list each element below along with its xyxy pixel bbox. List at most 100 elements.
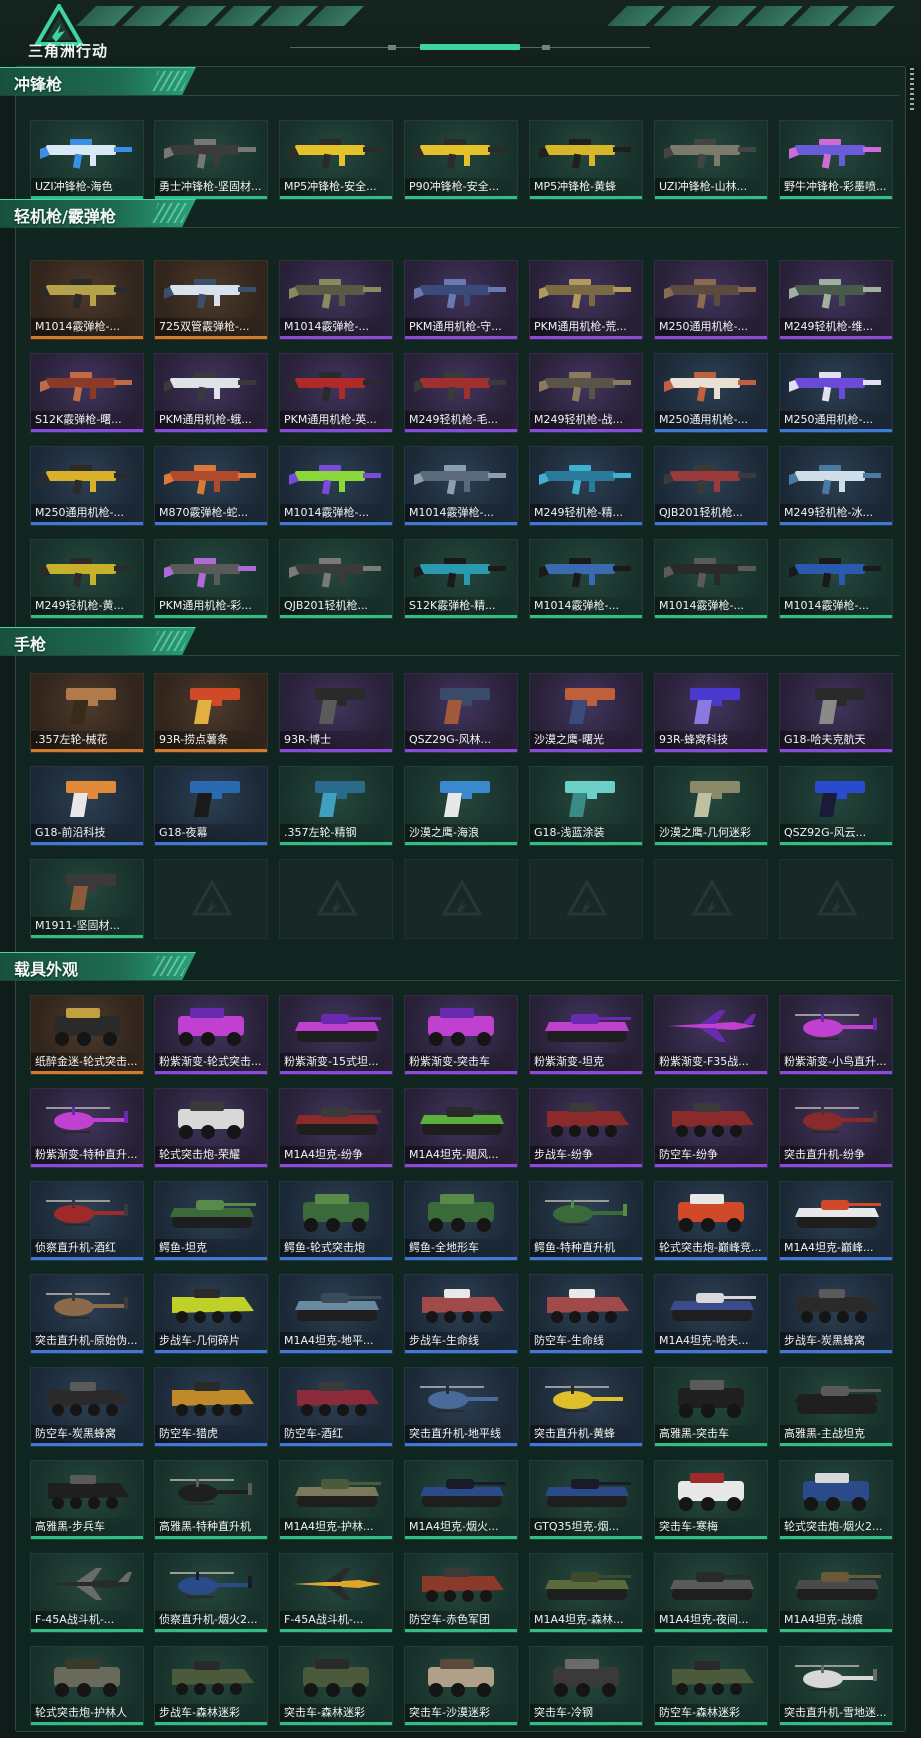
item-card[interactable]: 鳄鱼-坦克: [154, 1181, 268, 1261]
item-card[interactable]: M249轻机枪-黄...: [30, 539, 144, 619]
item-card[interactable]: M1A4坦克-地平...: [279, 1274, 393, 1354]
item-card[interactable]: UZI冲锋枪-山林...: [654, 120, 768, 200]
item-card[interactable]: M1014霰弹枪-...: [279, 260, 393, 340]
item-card[interactable]: 步战车-生命线: [404, 1274, 518, 1354]
item-card[interactable]: F-45A战斗机-...: [279, 1553, 393, 1633]
item-card[interactable]: 93R-博士: [279, 673, 393, 753]
item-card[interactable]: M1A4坦克-护林...: [279, 1460, 393, 1540]
item-card[interactable]: M249轻机枪-冰...: [779, 446, 893, 526]
item-card[interactable]: F-45A战斗机-...: [30, 1553, 144, 1633]
item-card[interactable]: M250通用机枪-...: [654, 260, 768, 340]
item-card[interactable]: 步战车-纷争: [529, 1088, 643, 1168]
item-card[interactable]: 突击车-沙漠迷彩: [404, 1646, 518, 1726]
item-card[interactable]: G18-前沿科技: [30, 766, 144, 846]
item-card[interactable]: 鳄鱼-特种直升机: [529, 1181, 643, 1261]
item-card[interactable]: 防空车-酒红: [279, 1367, 393, 1447]
item-card[interactable]: M249轻机枪-毛...: [404, 353, 518, 433]
item-card[interactable]: M250通用机枪-...: [779, 353, 893, 433]
item-card[interactable]: 粉紫渐变-F35战...: [654, 995, 768, 1075]
item-card[interactable]: 防空车-纷争: [654, 1088, 768, 1168]
item-card[interactable]: M1A4坦克-战痕: [779, 1553, 893, 1633]
item-card[interactable]: MP5冲锋枪-黄蜂: [529, 120, 643, 200]
item-card[interactable]: PKM通用机枪-彩...: [154, 539, 268, 619]
item-card[interactable]: M1A4坦克-哈夫...: [654, 1274, 768, 1354]
item-card[interactable]: 粉紫渐变-坦克: [529, 995, 643, 1075]
item-card[interactable]: .357左轮-械花: [30, 673, 144, 753]
item-card[interactable]: PKM通用机枪-蛾...: [154, 353, 268, 433]
item-card[interactable]: 防空车-森林迷彩: [654, 1646, 768, 1726]
item-card[interactable]: 粉紫渐变-15式坦...: [279, 995, 393, 1075]
item-card[interactable]: M249轻机枪-精...: [529, 446, 643, 526]
item-card[interactable]: 轮式突击炮-巅峰竞...: [654, 1181, 768, 1261]
item-card[interactable]: 突击直升机-黄蜂: [529, 1367, 643, 1447]
item-card[interactable]: 步战车-几何碎片: [154, 1274, 268, 1354]
item-card[interactable]: 高雅黑-突击车: [654, 1367, 768, 1447]
item-card[interactable]: S12K霰弹枪-精...: [404, 539, 518, 619]
item-card[interactable]: M249轻机枪-维...: [779, 260, 893, 340]
item-card[interactable]: M1014霰弹枪-...: [529, 539, 643, 619]
item-card[interactable]: 725双管霰弹枪-...: [154, 260, 268, 340]
item-card[interactable]: M1014霰弹枪-...: [30, 260, 144, 340]
item-card[interactable]: 纸醉金迷-轮式突击...: [30, 995, 144, 1075]
item-card[interactable]: M1911-坚固材...: [30, 859, 144, 939]
item-card[interactable]: M870霰弹枪-蛇...: [154, 446, 268, 526]
item-card[interactable]: 突击车-森林迷彩: [279, 1646, 393, 1726]
item-card[interactable]: M1014霰弹枪-...: [779, 539, 893, 619]
item-card[interactable]: M249轻机枪-战...: [529, 353, 643, 433]
item-card[interactable]: 防空车-猎虎: [154, 1367, 268, 1447]
item-card[interactable]: 轮式突击炮-荣耀: [154, 1088, 268, 1168]
item-card[interactable]: GTQ35坦克-烟...: [529, 1460, 643, 1540]
item-card[interactable]: M1014霰弹枪-...: [404, 446, 518, 526]
item-card[interactable]: 突击直升机-原始伪...: [30, 1274, 144, 1354]
item-card[interactable]: QSZ29G-风林...: [404, 673, 518, 753]
item-card[interactable]: QJB201轻机枪...: [654, 446, 768, 526]
item-card[interactable]: PKM通用机枪-守...: [404, 260, 518, 340]
item-card[interactable]: M1014霰弹枪-...: [654, 539, 768, 619]
item-card[interactable]: 突击车-冷钢: [529, 1646, 643, 1726]
item-card[interactable]: 突击直升机-地平线: [404, 1367, 518, 1447]
item-card[interactable]: M1A4坦克-烟火...: [404, 1460, 518, 1540]
item-card[interactable]: 侦察直升机-烟火2...: [154, 1553, 268, 1633]
item-card[interactable]: 93R-蜂窝科技: [654, 673, 768, 753]
item-card[interactable]: 侦察直升机-酒红: [30, 1181, 144, 1261]
scrollbar[interactable]: [906, 68, 918, 1728]
item-card[interactable]: 突击直升机-纷争: [779, 1088, 893, 1168]
item-card[interactable]: 沙漠之鹰-曙光: [529, 673, 643, 753]
item-card[interactable]: M1014霰弹枪-...: [279, 446, 393, 526]
item-card[interactable]: 鳄鱼-轮式突击炮: [279, 1181, 393, 1261]
item-card[interactable]: 勇士冲锋枪-坚固材...: [154, 120, 268, 200]
item-card[interactable]: QJB201轻机枪...: [279, 539, 393, 619]
item-card[interactable]: 粉紫渐变-特种直升...: [30, 1088, 144, 1168]
item-card[interactable]: M250通用机枪-...: [30, 446, 144, 526]
item-card[interactable]: MP5冲锋枪-安全...: [279, 120, 393, 200]
scrollbar-thumb[interactable]: [910, 68, 914, 110]
item-card[interactable]: M1A4坦克-纷争: [279, 1088, 393, 1168]
item-card[interactable]: 轮式突击炮-烟火2...: [779, 1460, 893, 1540]
item-card[interactable]: 粉紫渐变-轮式突击...: [154, 995, 268, 1075]
item-card[interactable]: 突击车-寒梅: [654, 1460, 768, 1540]
item-card[interactable]: 高雅黑-主战坦克: [779, 1367, 893, 1447]
item-card[interactable]: 轮式突击炮-护林人: [30, 1646, 144, 1726]
item-card[interactable]: 鳄鱼-全地形车: [404, 1181, 518, 1261]
item-card[interactable]: P90冲锋枪-安全...: [404, 120, 518, 200]
item-card[interactable]: 步战车-森林迷彩: [154, 1646, 268, 1726]
item-card[interactable]: 步战车-炭黑蜂窝: [779, 1274, 893, 1354]
item-card[interactable]: M1A4坦克-巅峰...: [779, 1181, 893, 1261]
item-card[interactable]: 沙漠之鹰-几何迷彩: [654, 766, 768, 846]
item-card[interactable]: 粉紫渐变-小鸟直升...: [779, 995, 893, 1075]
item-card[interactable]: 沙漠之鹰-海浪: [404, 766, 518, 846]
item-card[interactable]: 防空车-炭黑蜂窝: [30, 1367, 144, 1447]
item-card[interactable]: PKM通用机枪-荒...: [529, 260, 643, 340]
item-card[interactable]: M1A4坦克-飓风...: [404, 1088, 518, 1168]
item-card[interactable]: 粉紫渐变-突击车: [404, 995, 518, 1075]
item-card[interactable]: G18-夜幕: [154, 766, 268, 846]
item-card[interactable]: 高雅黑-步兵车: [30, 1460, 144, 1540]
item-card[interactable]: 高雅黑-特种直升机: [154, 1460, 268, 1540]
item-card[interactable]: PKM通用机枪-英...: [279, 353, 393, 433]
item-card[interactable]: M1A4坦克-夜间...: [654, 1553, 768, 1633]
item-card[interactable]: .357左轮-精钢: [279, 766, 393, 846]
item-card[interactable]: G18-浅蓝涂装: [529, 766, 643, 846]
item-card[interactable]: 野牛冲锋枪-彩墨喷...: [779, 120, 893, 200]
item-card[interactable]: G18-哈夫克航天: [779, 673, 893, 753]
item-card[interactable]: 突击直升机-雪地迷...: [779, 1646, 893, 1726]
